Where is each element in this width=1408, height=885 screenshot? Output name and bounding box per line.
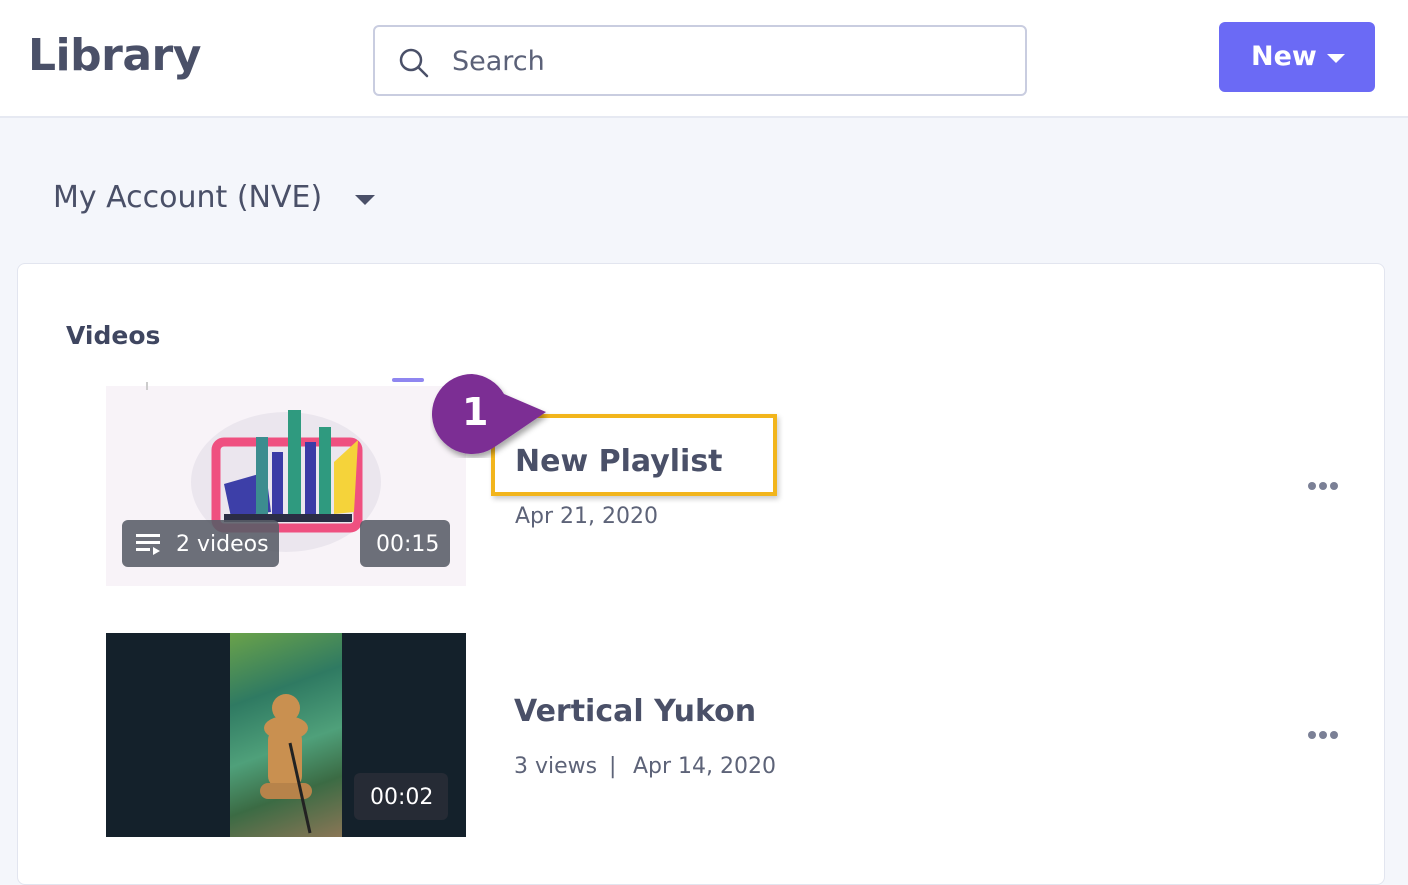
more-options-icon[interactable] — [1308, 731, 1340, 741]
item-date: Apr 21, 2020 — [515, 504, 659, 529]
item-views: 3 views — [514, 754, 598, 779]
video-count-badge: 2 videos — [122, 520, 279, 567]
search-input[interactable]: Search — [373, 25, 1027, 96]
caret-down-icon[interactable] — [355, 195, 375, 205]
item-date: Apr 14, 2020 — [633, 754, 777, 779]
new-button[interactable]: New — [1219, 22, 1375, 92]
playlist-thumbnail[interactable]: 2 videos 00:15 — [106, 372, 466, 586]
duration-badge: 00:15 — [360, 520, 450, 567]
duration-badge: 00:02 — [354, 773, 448, 820]
duration-text: 00:02 — [370, 785, 434, 810]
more-options-icon[interactable] — [1308, 482, 1340, 492]
caret-down-icon — [1327, 54, 1345, 63]
account-selector[interactable]: My Account (NVE) — [53, 180, 322, 215]
search-icon — [399, 48, 429, 78]
callout-number: 1 — [462, 390, 489, 434]
page-title: Library — [28, 30, 201, 81]
playlist-icon — [136, 534, 160, 555]
item-separator: | — [609, 754, 617, 779]
new-button-label: New — [1251, 41, 1317, 72]
item-title[interactable]: Vertical Yukon — [514, 694, 756, 729]
callout-marker: 1 — [430, 372, 550, 462]
video-count-text: 2 videos — [176, 532, 269, 557]
duration-text: 00:15 — [376, 532, 440, 557]
section-heading: Videos — [66, 321, 161, 350]
search-placeholder: Search — [452, 46, 545, 77]
top-header: Library Search New — [0, 0, 1408, 118]
video-frame — [230, 633, 342, 837]
video-thumbnail[interactable]: 00:02 — [106, 633, 466, 837]
